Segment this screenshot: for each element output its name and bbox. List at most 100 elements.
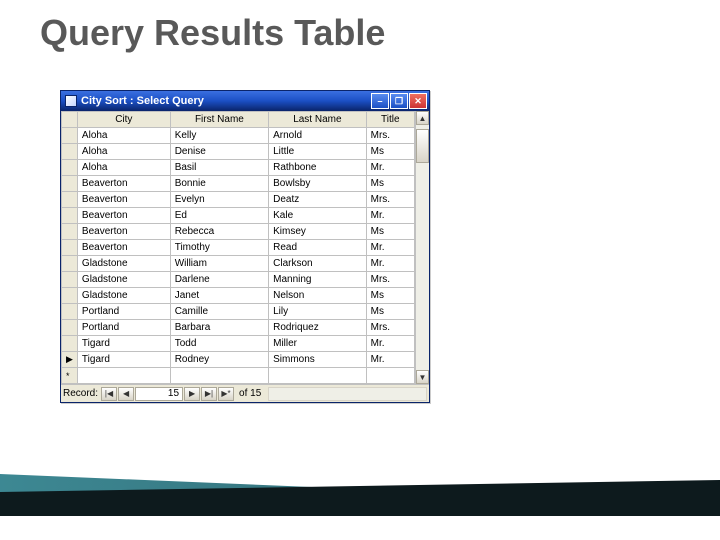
table-row[interactable]: BeavertonRebeccaKimseyMs (62, 224, 415, 240)
column-header-first-name[interactable]: First Name (170, 112, 268, 128)
cell-city[interactable]: Beaverton (77, 192, 170, 208)
cell-city[interactable] (77, 368, 170, 384)
cell-first[interactable]: Darlene (170, 272, 268, 288)
cell-title[interactable]: Ms (366, 304, 414, 320)
row-selector[interactable] (62, 208, 78, 224)
nav-last-button[interactable]: ▶| (201, 387, 217, 401)
cell-title[interactable]: Mr. (366, 336, 414, 352)
table-row[interactable]: GladstoneDarleneManningMrs. (62, 272, 415, 288)
table-row[interactable]: PortlandBarbaraRodriquezMrs. (62, 320, 415, 336)
cell-last[interactable]: Bowlsby (269, 176, 366, 192)
cell-title[interactable]: Ms (366, 224, 414, 240)
cell-city[interactable]: Aloha (77, 128, 170, 144)
scroll-down-icon[interactable]: ▼ (416, 370, 429, 384)
cell-city[interactable]: Gladstone (77, 288, 170, 304)
cell-last[interactable]: Rathbone (269, 160, 366, 176)
maximize-button[interactable]: ❐ (390, 93, 408, 109)
cell-last[interactable] (269, 368, 366, 384)
cell-title[interactable]: Mr. (366, 352, 414, 368)
cell-last[interactable]: Little (269, 144, 366, 160)
cell-title[interactable]: Mrs. (366, 320, 414, 336)
cell-last[interactable]: Rodriquez (269, 320, 366, 336)
horizontal-scrollbar[interactable] (268, 387, 427, 401)
table-row[interactable]: AlohaKellyArnoldMrs. (62, 128, 415, 144)
row-selector[interactable] (62, 224, 78, 240)
cell-city[interactable]: Gladstone (77, 256, 170, 272)
cell-city[interactable]: Beaverton (77, 224, 170, 240)
table-row[interactable]: BeavertonTimothyReadMr. (62, 240, 415, 256)
cell-city[interactable]: Tigard (77, 352, 170, 368)
row-selector[interactable] (62, 336, 78, 352)
datasheet-grid[interactable]: City First Name Last Name Title AlohaKel… (61, 111, 415, 384)
cell-first[interactable]: Denise (170, 144, 268, 160)
nav-new-record-button[interactable]: ▶* (218, 387, 234, 401)
cell-title[interactable]: Mr. (366, 240, 414, 256)
cell-title[interactable]: Mrs. (366, 192, 414, 208)
cell-last[interactable]: Kale (269, 208, 366, 224)
column-header-city[interactable]: City (77, 112, 170, 128)
cell-last[interactable]: Nelson (269, 288, 366, 304)
cell-last[interactable]: Arnold (269, 128, 366, 144)
cell-city[interactable]: Gladstone (77, 272, 170, 288)
cell-city[interactable]: Beaverton (77, 176, 170, 192)
row-selector[interactable] (62, 288, 78, 304)
cell-last[interactable]: Simmons (269, 352, 366, 368)
row-selector[interactable] (62, 240, 78, 256)
cell-title[interactable]: Mrs. (366, 128, 414, 144)
row-selector[interactable] (62, 320, 78, 336)
cell-first[interactable]: Kelly (170, 128, 268, 144)
cell-last[interactable]: Kimsey (269, 224, 366, 240)
row-selector[interactable] (62, 256, 78, 272)
cell-first[interactable]: Bonnie (170, 176, 268, 192)
row-selector[interactable]: * (62, 368, 78, 384)
cell-first[interactable]: Janet (170, 288, 268, 304)
cell-first[interactable]: Rodney (170, 352, 268, 368)
row-selector[interactable] (62, 176, 78, 192)
cell-first[interactable]: Rebecca (170, 224, 268, 240)
column-header-last-name[interactable]: Last Name (269, 112, 366, 128)
cell-city[interactable]: Tigard (77, 336, 170, 352)
close-button[interactable]: ✕ (409, 93, 427, 109)
cell-title[interactable]: Mr. (366, 160, 414, 176)
cell-city[interactable]: Beaverton (77, 240, 170, 256)
cell-title[interactable]: Mrs. (366, 272, 414, 288)
table-row[interactable]: PortlandCamilleLilyMs (62, 304, 415, 320)
row-selector[interactable] (62, 144, 78, 160)
cell-last[interactable]: Miller (269, 336, 366, 352)
minimize-button[interactable]: – (371, 93, 389, 109)
column-header-title[interactable]: Title (366, 112, 414, 128)
nav-next-button[interactable]: ▶ (184, 387, 200, 401)
table-row[interactable]: * (62, 368, 415, 384)
row-selector[interactable] (62, 128, 78, 144)
cell-last[interactable]: Manning (269, 272, 366, 288)
table-row[interactable]: BeavertonEvelynDeatzMrs. (62, 192, 415, 208)
cell-last[interactable]: Deatz (269, 192, 366, 208)
table-row[interactable]: TigardToddMillerMr. (62, 336, 415, 352)
cell-first[interactable]: Camille (170, 304, 268, 320)
cell-first[interactable]: Ed (170, 208, 268, 224)
cell-city[interactable]: Portland (77, 304, 170, 320)
cell-city[interactable]: Aloha (77, 144, 170, 160)
cell-title[interactable]: Ms (366, 176, 414, 192)
scroll-track[interactable] (416, 125, 429, 370)
row-selector[interactable] (62, 192, 78, 208)
cell-last[interactable]: Read (269, 240, 366, 256)
row-selector-header[interactable] (62, 112, 78, 128)
table-row[interactable]: BeavertonBonnieBowlsbyMs (62, 176, 415, 192)
table-row[interactable]: AlohaBasilRathboneMr. (62, 160, 415, 176)
cell-city[interactable]: Beaverton (77, 208, 170, 224)
row-selector[interactable] (62, 304, 78, 320)
cell-last[interactable]: Clarkson (269, 256, 366, 272)
table-row[interactable]: ▶TigardRodneySimmonsMr. (62, 352, 415, 368)
cell-title[interactable]: Ms (366, 144, 414, 160)
cell-city[interactable]: Portland (77, 320, 170, 336)
nav-first-button[interactable]: |◀ (101, 387, 117, 401)
cell-first[interactable]: William (170, 256, 268, 272)
scroll-up-icon[interactable]: ▲ (416, 111, 429, 125)
cell-city[interactable]: Aloha (77, 160, 170, 176)
nav-prev-button[interactable]: ◀ (118, 387, 134, 401)
cell-first[interactable]: Todd (170, 336, 268, 352)
cell-first[interactable]: Basil (170, 160, 268, 176)
cell-first[interactable] (170, 368, 268, 384)
vertical-scrollbar[interactable]: ▲ ▼ (415, 111, 429, 384)
